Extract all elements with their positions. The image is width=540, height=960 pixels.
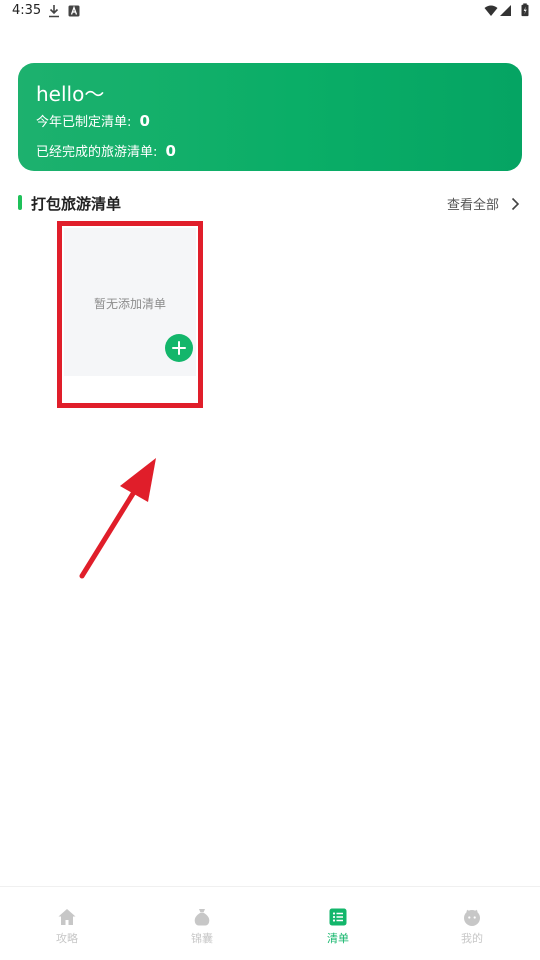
status-bar: 4:35: [0, 0, 540, 24]
nav-item-me[interactable]: 我的: [432, 907, 512, 946]
summary-card: hello～ 今年已制定清单: 0 已经完成的旅游清单: 0: [18, 63, 522, 171]
see-all-label: 查看全部: [446, 198, 499, 213]
wifi-icon: [484, 5, 498, 16]
annotation-arrow: [79, 458, 156, 579]
bottom-nav: 攻略 锦囊 清单 我的: [0, 886, 540, 960]
highlight-box: [57, 221, 203, 408]
section-title: 打包旅游清单: [31, 195, 122, 213]
yearly-lists-row: 今年已制定清单: 0: [36, 111, 150, 130]
bag-icon: [194, 909, 210, 926]
nav-item-strategy[interactable]: 攻略: [27, 907, 107, 946]
chevron-right-icon: [511, 197, 520, 210]
see-all-link[interactable]: 查看全部: [447, 194, 522, 213]
completed-lists-label: 已经完成的旅游清单:: [36, 145, 158, 160]
nav-label-lists: 清单: [327, 932, 349, 945]
nav-label-strategy: 攻略: [56, 932, 78, 945]
battery-icon: [521, 3, 529, 17]
completed-lists-count: 0: [165, 142, 176, 160]
greeting-text: hello～: [36, 82, 105, 106]
nav-label-tips: 锦囊: [191, 932, 213, 945]
yearly-lists-label: 今年已制定清单:: [36, 115, 132, 130]
a-icon: [68, 5, 80, 17]
nav-item-lists[interactable]: 清单: [298, 907, 378, 946]
section-accent-bar: [18, 195, 22, 210]
face-icon: [464, 909, 480, 926]
download-icon: [49, 5, 59, 18]
completed-lists-row: 已经完成的旅游清单: 0: [36, 141, 176, 160]
list-icon: [329, 908, 347, 926]
signal-icon: [500, 5, 511, 16]
status-time: 4:35: [12, 3, 42, 18]
nav-item-tips[interactable]: 锦囊: [162, 907, 242, 946]
nav-label-me: 我的: [461, 932, 483, 945]
section-header: 打包旅游清单 查看全部: [18, 192, 522, 214]
yearly-lists-count: 0: [139, 112, 150, 130]
home-icon: [58, 909, 76, 925]
